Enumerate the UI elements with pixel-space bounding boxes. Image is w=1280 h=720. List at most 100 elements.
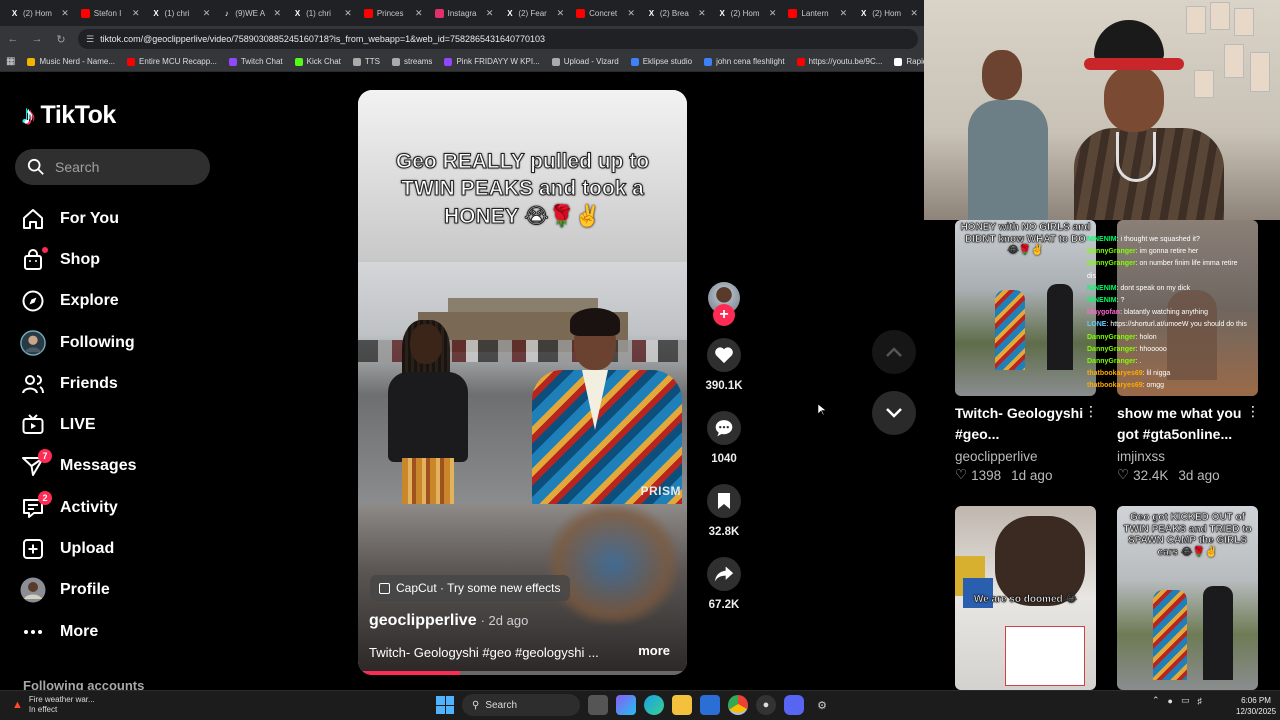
video-progress-bar[interactable] [358, 671, 687, 675]
settings-gear-icon[interactable]: ⚙ [812, 695, 832, 715]
bookmark-item[interactable]: Twitch Chat [228, 57, 283, 66]
video-player[interactable]: Geo REALLY pulled up to TWIN PEAKS and t… [358, 90, 687, 675]
close-icon[interactable]: ✕ [61, 8, 69, 19]
discord-icon[interactable] [784, 695, 804, 715]
browser-tab[interactable]: Lantern ✕ [782, 2, 853, 24]
tiktok-logo[interactable]: ♪ TikTok [22, 100, 116, 131]
bookmark-item[interactable]: TTS [352, 57, 380, 66]
close-icon[interactable]: ✕ [486, 8, 494, 19]
weather-widget[interactable]: ▲ Fire weather war... In effect [12, 695, 95, 715]
recommended-author-1[interactable]: geoclipperlive [955, 449, 1038, 464]
browser-tab[interactable]: ♪ (9)WE A ✕ [216, 2, 287, 24]
system-clock[interactable]: 6:06 PM 12/30/2025 [1236, 695, 1276, 717]
close-icon[interactable]: ✕ [132, 8, 140, 19]
close-icon[interactable]: ✕ [698, 8, 706, 19]
previous-video-button[interactable] [872, 330, 916, 374]
sidebar-item-activity[interactable]: 2 Activity [20, 487, 220, 528]
browser-tab[interactable]: Stefon I ✕ [75, 2, 146, 24]
recommended-thumbnail-4[interactable]: Geo got KICKED OUT of TWIN PEAKS and TRI… [1117, 506, 1258, 690]
chrome-icon[interactable] [728, 695, 748, 715]
volume-icon[interactable]: ♯ [1198, 696, 1203, 706]
site-info-icon[interactable]: ☰ [86, 34, 94, 45]
recommended-title-1[interactable]: Twitch- Geologyshi #geo... [955, 403, 1085, 445]
recommended-thumbnail-3[interactable]: We are so doomed 😂 [955, 506, 1096, 690]
microphone-icon[interactable]: ● [1168, 696, 1173, 706]
share-action[interactable]: 67.2K [700, 557, 748, 611]
close-icon[interactable]: ✕ [910, 8, 918, 19]
search-input[interactable] [55, 159, 195, 175]
bookmark-icon[interactable] [707, 484, 741, 518]
video-author[interactable]: geoclipperlive · 2d ago [369, 612, 528, 630]
forward-icon[interactable]: → [30, 33, 44, 45]
bookmark-item[interactable]: Upload - Vizard [551, 57, 619, 66]
more-button[interactable]: more [638, 643, 670, 658]
heart-icon[interactable] [707, 338, 741, 372]
windows-start-icon[interactable] [436, 696, 454, 714]
sidebar-item-upload[interactable]: Upload [20, 528, 220, 569]
save-action[interactable]: 32.8K [700, 484, 748, 538]
apps-grid-icon[interactable]: ▦ [6, 56, 15, 67]
browser-tab[interactable]: X (1) chri ✕ [146, 2, 217, 24]
bookmark-item[interactable]: Rapidtags | You [894, 57, 924, 66]
address-bar[interactable]: ☰ tiktok.com/@geoclipperlive/video/75890… [78, 29, 918, 49]
store-icon[interactable] [700, 695, 720, 715]
share-arrow-icon[interactable] [707, 557, 741, 591]
sidebar-item-profile[interactable]: Profile [20, 570, 220, 611]
browser-tab[interactable]: X (2) Brea ✕ [641, 2, 712, 24]
task-view-icon[interactable] [588, 695, 608, 715]
search-box[interactable] [15, 149, 210, 185]
close-icon[interactable]: ✕ [840, 8, 848, 19]
sidebar-item-more[interactable]: More [20, 611, 220, 652]
close-icon[interactable]: ✕ [344, 8, 352, 19]
close-icon[interactable]: ✕ [203, 8, 211, 19]
capcut-effects-pill[interactable]: CapCut · Try some new effects [370, 575, 570, 601]
author-name[interactable]: geoclipperlive [369, 612, 477, 629]
chevron-up-icon[interactable]: ⌃ [1152, 695, 1160, 706]
bookmark-item[interactable]: https://youtu.be/9C... [796, 57, 882, 66]
kebab-menu-icon[interactable]: ⋮ [1084, 403, 1098, 420]
browser-tab[interactable]: X (2) Hom ✕ [4, 2, 75, 24]
sidebar-item-friends[interactable]: Friends [20, 363, 220, 404]
back-icon[interactable]: ← [6, 33, 20, 45]
browser-tab[interactable]: Princes ✕ [358, 2, 429, 24]
sidebar-item-explore[interactable]: Explore [20, 281, 220, 322]
sidebar-item-messages[interactable]: 7 Messages [20, 446, 220, 487]
monitor-icon[interactable]: ▭ [1181, 695, 1190, 706]
bookmark-item[interactable]: Entire MCU Recapp... [127, 57, 217, 66]
bookmark-item[interactable]: streams [391, 57, 432, 66]
kebab-menu-icon[interactable]: ⋮ [1246, 403, 1260, 420]
bookmark-item[interactable]: john cena fleshlight [704, 57, 785, 66]
close-icon[interactable]: ✕ [274, 8, 282, 19]
file-explorer-icon[interactable] [672, 695, 692, 715]
copilot-icon[interactable] [616, 695, 636, 715]
sidebar-item-shop[interactable]: Shop [20, 239, 220, 280]
comment-action[interactable]: 1040 [700, 411, 748, 465]
close-icon[interactable]: ✕ [557, 8, 565, 19]
bookmark-item[interactable]: Music Nerd - Name... [27, 57, 115, 66]
browser-tab[interactable]: X (2) Hom ✕ [853, 2, 924, 24]
taskbar-search[interactable]: ⚲ Search [462, 694, 580, 716]
close-icon[interactable]: ✕ [627, 8, 635, 19]
bookmark-item[interactable]: Pink FRIDAYY W KPI... [444, 57, 540, 66]
bookmark-item[interactable]: Kick Chat [294, 57, 341, 66]
close-icon[interactable]: ✕ [769, 8, 777, 19]
edge-icon[interactable] [644, 695, 664, 715]
recommended-thumbnail-1[interactable]: HONEY with NO GIRLS and DIDNT know WHAT … [955, 220, 1096, 396]
recommended-author-2[interactable]: imjinxss [1117, 449, 1165, 464]
browser-tab[interactable]: Instagra ✕ [429, 2, 500, 24]
close-icon[interactable]: ✕ [415, 8, 423, 19]
obs-icon[interactable]: ● [756, 695, 776, 715]
reload-icon[interactable]: ↻ [54, 33, 68, 46]
browser-tab[interactable]: X (2) Hom ✕ [712, 2, 783, 24]
browser-tab[interactable]: Concret ✕ [570, 2, 641, 24]
comment-icon[interactable] [707, 411, 741, 445]
like-action[interactable]: 390.1K [700, 338, 748, 392]
bookmark-item[interactable]: Eklipse studio [630, 57, 692, 66]
browser-tab[interactable]: X (1) chri ✕ [287, 2, 358, 24]
browser-tab[interactable]: X (2) Fear ✕ [499, 2, 570, 24]
sidebar-item-for-you[interactable]: For You [20, 198, 220, 239]
follow-plus-icon[interactable]: + [713, 304, 735, 326]
sidebar-item-live[interactable]: LIVE [20, 404, 220, 445]
recommended-title-2[interactable]: show me what you got #gta5online... [1117, 403, 1247, 445]
next-video-button[interactable] [872, 391, 916, 435]
